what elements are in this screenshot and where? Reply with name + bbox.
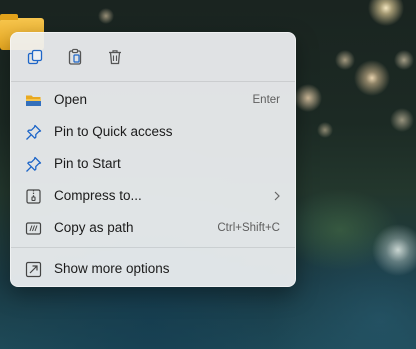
menu-item-label: Open	[54, 92, 88, 107]
menu-item-copy-as-path[interactable]: Copy as path Ctrl+Shift+C	[15, 213, 293, 243]
context-menu: Open Enter Pin to Quick access Pin to St…	[10, 32, 296, 287]
keyboard-shortcut: Enter	[252, 94, 281, 106]
menu-item-pin-to-quick-access[interactable]: Pin to Quick access	[15, 117, 293, 147]
menu-item-label: Show more options	[54, 261, 170, 276]
menu-item-label: Pin to Start	[54, 156, 121, 171]
keyboard-shortcut: Ctrl+Shift+C	[217, 222, 280, 234]
menu-item-label: Compress to...	[54, 188, 142, 203]
menu-divider	[11, 247, 295, 248]
copy-button[interactable]	[21, 43, 49, 71]
show-more-icon	[25, 261, 42, 278]
delete-button[interactable]	[101, 43, 129, 71]
menu-item-compress-to[interactable]: Compress to...	[15, 181, 293, 211]
menu-item-label: Pin to Quick access	[54, 124, 173, 139]
zip-icon	[26, 189, 41, 204]
menu-item-show-more-options[interactable]: Show more options	[15, 254, 293, 284]
pin-icon	[26, 124, 42, 140]
delete-icon	[109, 50, 121, 65]
copy-icon	[27, 49, 43, 65]
menu-item-pin-to-start[interactable]: Pin to Start	[15, 149, 293, 179]
menu-item-open[interactable]: Open Enter	[15, 85, 293, 115]
paste-button[interactable]	[61, 43, 89, 71]
toolbar-divider	[11, 81, 295, 82]
menu-item-label: Copy as path	[54, 220, 134, 235]
chevron-right-icon	[274, 191, 280, 201]
pin-icon	[26, 156, 42, 172]
paste-icon	[68, 48, 82, 65]
folder-open-icon	[26, 95, 41, 106]
copy-path-icon	[25, 222, 42, 235]
context-menu-toolbar	[11, 33, 295, 81]
